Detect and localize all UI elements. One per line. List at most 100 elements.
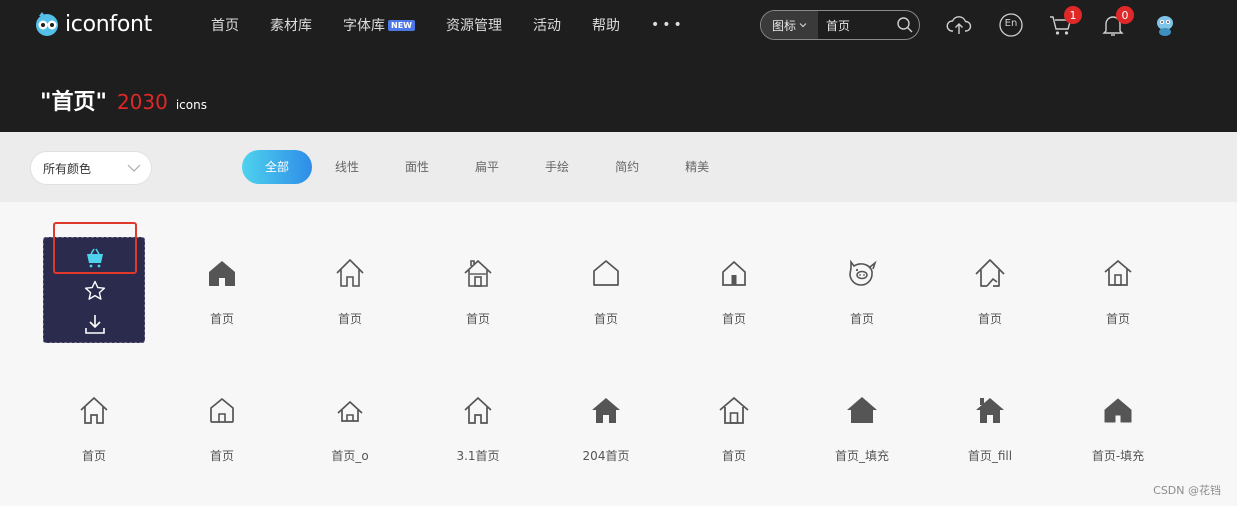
notification-count-badge: 0 — [1116, 6, 1134, 24]
upload-button[interactable] — [946, 12, 972, 38]
icon-card[interactable]: 首页 — [414, 230, 542, 350]
nav-item-fonts[interactable]: 字体库 NEW — [343, 15, 415, 35]
icon-name: 首页 — [849, 312, 874, 326]
download-icon — [85, 315, 105, 334]
page-title: "首页" 2030 icons — [40, 84, 207, 116]
icon-name: 首页 — [1105, 312, 1130, 326]
nav-item-events[interactable]: 活动 — [533, 15, 561, 35]
search-query-title: "首页" — [40, 90, 107, 115]
tab-fill[interactable]: 面性 — [405, 150, 429, 184]
page: iconfont 首页 素材库 字体库 NEW 资源管理 活动 帮助 ••• 图标 — [0, 0, 1237, 506]
icon-card-hovered[interactable] — [30, 222, 158, 350]
pig-icon — [849, 259, 877, 286]
icon-card[interactable]: 首页 — [1054, 230, 1182, 350]
icon-card[interactable]: 首页 — [542, 230, 670, 350]
icon-card[interactable]: 首页 — [670, 367, 798, 487]
color-filter-select[interactable]: 所有颜色 — [30, 151, 152, 185]
search-button[interactable] — [891, 11, 919, 39]
nav-item-resources[interactable]: 资源管理 — [446, 15, 502, 35]
language-label: En — [1004, 18, 1018, 29]
color-filter-label: 所有颜色 — [43, 161, 92, 176]
search-type-select[interactable]: 图标 — [761, 11, 818, 39]
home-solid-icon — [209, 261, 235, 286]
nav-item-library[interactable]: 素材库 — [270, 15, 312, 35]
search-input[interactable] — [818, 18, 891, 32]
icon-name: 首页 — [977, 312, 1002, 326]
result-unit: icons — [175, 98, 207, 112]
icon-card[interactable]: 首页 — [30, 367, 158, 487]
home-small-icon — [337, 400, 363, 422]
style-tabs: 全部 线性 面性 扁平 手绘 简约 精美 — [242, 150, 755, 184]
user-avatar[interactable] — [1152, 12, 1178, 38]
icon-card[interactable]: 3.1首页 — [414, 367, 542, 487]
main-nav: 首页 素材库 字体库 NEW 资源管理 活动 帮助 ••• — [211, 14, 685, 36]
icon-card[interactable]: 首页 — [798, 230, 926, 350]
search-box: 图标 — [760, 10, 920, 40]
tab-line[interactable]: 线性 — [335, 150, 359, 184]
favorite-button[interactable] — [83, 279, 107, 303]
notification-button[interactable]: 0 — [1100, 6, 1134, 38]
home-outline-icon — [1104, 259, 1132, 286]
icon-card[interactable]: 首页_o — [286, 367, 414, 487]
logo-mark-icon — [36, 12, 58, 36]
icon-card[interactable]: 首页-填充 — [1054, 367, 1182, 487]
top-header: iconfont 首页 素材库 字体库 NEW 资源管理 活动 帮助 ••• 图标 — [0, 0, 1237, 132]
icon-card[interactable]: 首页 — [286, 230, 414, 350]
tab-all[interactable]: 全部 — [242, 150, 312, 184]
icon-card[interactable]: 204首页 — [542, 367, 670, 487]
icon-card[interactable]: 首页 — [670, 230, 798, 350]
nav-more-button[interactable]: ••• — [651, 17, 685, 33]
avatar-icon — [1157, 16, 1173, 36]
icon-name: 首页 — [593, 312, 618, 326]
tab-exquisite[interactable]: 精美 — [685, 150, 709, 184]
home-outline-icon — [719, 396, 749, 424]
icon-name: 首页 — [209, 449, 234, 463]
icon-name: 204首页 — [582, 449, 630, 463]
icon-name: 首页-填充 — [1091, 449, 1145, 463]
language-button[interactable]: En — [998, 12, 1024, 38]
watermark: CSDN @花铛 — [1153, 484, 1221, 497]
nav-item-home[interactable]: 首页 — [211, 15, 239, 35]
filter-bar: 所有颜色 全部 线性 面性 扁平 手绘 简约 精美 — [0, 132, 1237, 202]
chevron-down-icon — [799, 23, 807, 28]
tab-flat[interactable]: 扁平 — [475, 150, 499, 184]
cart-button[interactable]: 1 — [1048, 6, 1082, 38]
icon-name: 首页 — [209, 312, 234, 326]
brand-name: iconfont — [65, 11, 152, 37]
icon-name: 首页 — [81, 449, 106, 463]
highlight-box — [53, 222, 137, 274]
icon-name: 首页_fill — [967, 449, 1013, 463]
home-pentagon-icon — [593, 260, 619, 286]
icon-card[interactable]: 首页_填充 — [798, 367, 926, 487]
home-outline-icon — [336, 258, 364, 287]
cart-count-badge: 1 — [1064, 6, 1082, 24]
icon-card[interactable]: 首页_fill — [926, 367, 1054, 487]
icon-card[interactable]: 首页 — [158, 367, 286, 487]
home-chimney-icon — [464, 259, 492, 287]
result-count: 2030 — [116, 90, 168, 114]
star-icon — [84, 280, 106, 300]
chevron-down-icon — [127, 164, 141, 172]
search-type-label: 图标 — [771, 18, 796, 33]
home-solid-chimney-icon — [976, 398, 1004, 423]
tab-hand-drawn[interactable]: 手绘 — [545, 150, 569, 184]
home-outline-icon — [464, 396, 492, 424]
nav-item-help[interactable]: 帮助 — [592, 15, 620, 35]
upload-cloud-icon — [946, 16, 972, 34]
home-bold-outline-icon — [975, 259, 1005, 287]
download-button[interactable] — [83, 312, 107, 336]
home-outline-icon — [80, 396, 108, 424]
icon-name: 3.1首页 — [456, 449, 500, 463]
home-rounded-icon — [210, 398, 234, 423]
home-solid-icon — [1104, 398, 1132, 423]
brand-logo[interactable]: iconfont — [33, 10, 152, 38]
icon-name: 首页 — [721, 449, 746, 463]
icon-name: 首页 — [465, 312, 490, 326]
home-solid-icon — [592, 398, 620, 423]
icon-card[interactable]: 首页 — [926, 230, 1054, 350]
new-badge: NEW — [388, 20, 415, 31]
home-solid-icon — [847, 397, 877, 423]
tab-simple[interactable]: 简约 — [615, 150, 639, 184]
search-icon — [897, 17, 913, 33]
icon-card[interactable]: 首页 — [158, 230, 286, 350]
